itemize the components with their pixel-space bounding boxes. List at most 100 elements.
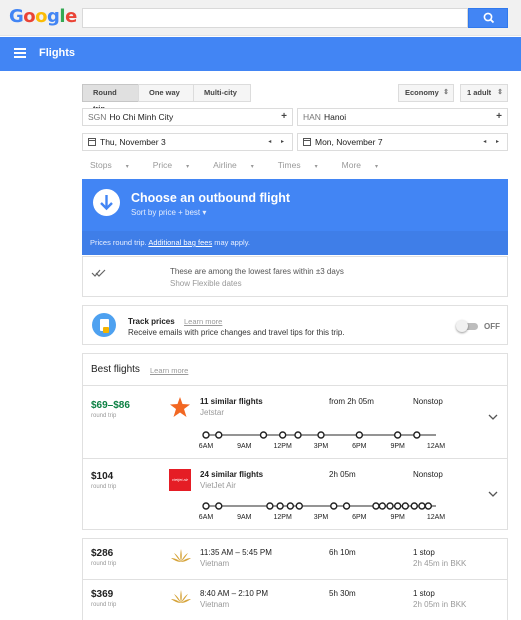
google-logo[interactable]: Google bbox=[9, 6, 77, 27]
flight-times: 11:35 AM – 5:45 PM bbox=[200, 548, 272, 557]
departure-marker[interactable] bbox=[266, 502, 274, 510]
filter-bar: Stops ▾ Price ▾ Airline ▾ Times ▾ More ▾ bbox=[90, 160, 402, 170]
vietjet-logo-icon: vietjet.air bbox=[169, 469, 191, 491]
departure-marker[interactable] bbox=[286, 502, 295, 510]
origin-field[interactable]: SGN Ho Chi Minh City + bbox=[82, 108, 293, 126]
filter-airline[interactable]: Airline ▾ bbox=[213, 160, 266, 170]
filter-price[interactable]: Price ▾ bbox=[153, 160, 201, 170]
departure-marker[interactable] bbox=[294, 431, 302, 439]
date-nav-arrows-icon[interactable]: ◂ ▸ bbox=[483, 134, 503, 150]
add-destination-icon[interactable]: + bbox=[496, 109, 502, 125]
flight-stops: 1 stop bbox=[413, 548, 435, 557]
airline-name: VietJet Air bbox=[200, 481, 236, 490]
departure-marker[interactable] bbox=[330, 502, 338, 510]
expand-chevron-icon[interactable] bbox=[488, 489, 498, 499]
flight-row-vietjet[interactable]: $104 round trip vietjet.air 24 similar f… bbox=[83, 458, 507, 531]
departure-marker[interactable] bbox=[355, 431, 364, 439]
departure-marker[interactable] bbox=[278, 431, 287, 439]
filter-times[interactable]: Times ▾ bbox=[278, 160, 330, 170]
departure-marker[interactable] bbox=[378, 502, 387, 510]
departure-marker[interactable] bbox=[215, 502, 223, 510]
tab-round-trip[interactable]: Round trip bbox=[82, 84, 139, 113]
app-title: Flights bbox=[39, 47, 76, 59]
logo-letter: G bbox=[9, 6, 24, 27]
time-tick-label: 12AM bbox=[427, 443, 445, 450]
calendar-icon bbox=[88, 138, 96, 146]
origin-city: Ho Chi Minh City bbox=[109, 112, 174, 122]
best-learn-more-link[interactable]: Learn more bbox=[150, 366, 188, 375]
flight-price: $104 bbox=[91, 471, 114, 482]
departure-marker[interactable] bbox=[424, 502, 433, 510]
time-tick-label: 12PM bbox=[274, 443, 292, 450]
departure-marker[interactable] bbox=[413, 431, 421, 439]
departure-marker[interactable] bbox=[276, 502, 284, 510]
expand-chevron-icon[interactable] bbox=[488, 412, 498, 422]
flight-row[interactable]: $369 round trip 8:40 AM – 2:10 PM Vietna… bbox=[83, 579, 507, 620]
search-input[interactable] bbox=[82, 8, 468, 28]
passengers-select[interactable]: 1 adult ⇕ bbox=[460, 84, 508, 102]
price-note-suffix: may apply. bbox=[212, 238, 250, 247]
caret-down-icon: ▾ bbox=[186, 164, 190, 170]
date-nav-arrows-icon[interactable]: ◂ ▸ bbox=[268, 134, 288, 150]
departure-marker[interactable] bbox=[317, 431, 325, 439]
passengers-value: 1 adult bbox=[467, 88, 492, 97]
tab-multi-city[interactable]: Multi-city bbox=[193, 84, 251, 102]
track-prices-toggle[interactable] bbox=[456, 320, 480, 332]
low-fares-text: These are among the lowest fares within … bbox=[170, 267, 344, 276]
add-origin-icon[interactable]: + bbox=[281, 109, 287, 125]
filter-label: Price bbox=[152, 160, 173, 170]
departure-marker[interactable] bbox=[342, 502, 351, 510]
departure-marker[interactable] bbox=[295, 502, 303, 510]
flight-row[interactable]: $286 round trip 11:35 AM – 5:45 PM Vietn… bbox=[83, 539, 507, 579]
best-flights-title: Best flights bbox=[91, 364, 140, 375]
sort-dropdown[interactable]: Sort by price + best ▾ bbox=[131, 208, 206, 217]
return-date-field[interactable]: Mon, November 7 ◂ ▸ bbox=[297, 133, 508, 151]
calendar-icon bbox=[303, 138, 311, 146]
flight-price: $69–$86 bbox=[91, 400, 130, 411]
origin-code: SGN bbox=[88, 112, 107, 122]
depart-date-field[interactable]: Thu, November 3 ◂ ▸ bbox=[82, 133, 293, 151]
departure-marker[interactable] bbox=[401, 502, 410, 510]
departure-marker[interactable] bbox=[202, 431, 210, 439]
departure-marker[interactable] bbox=[393, 502, 402, 510]
return-date: Mon, November 7 bbox=[315, 137, 383, 147]
logo-letter: o bbox=[35, 6, 48, 27]
departure-marker[interactable] bbox=[410, 502, 418, 510]
search-button[interactable] bbox=[468, 8, 508, 28]
time-tick-label: 6PM bbox=[352, 443, 367, 450]
departure-marker[interactable] bbox=[418, 502, 426, 510]
filter-stops[interactable]: Stops ▾ bbox=[90, 160, 141, 170]
time-tick-label: 6AM bbox=[199, 514, 214, 521]
search-icon bbox=[483, 12, 495, 24]
destination-field[interactable]: HAN Hanoi + bbox=[297, 108, 508, 126]
layover-info: 2h 05m in BKK bbox=[413, 600, 467, 609]
tab-one-way[interactable]: One way bbox=[138, 84, 194, 102]
logo-letter: g bbox=[47, 6, 60, 27]
flight-stops: Nonstop bbox=[413, 470, 443, 479]
layover-info: 2h 45m in BKK bbox=[413, 559, 467, 568]
flight-stops: 1 stop bbox=[413, 589, 435, 598]
flight-row-jetstar[interactable]: $69–$86 round trip 11 similar flights Je… bbox=[83, 385, 507, 458]
filter-more[interactable]: More ▾ bbox=[342, 160, 390, 170]
show-flexible-dates-link[interactable]: Show Flexible dates bbox=[170, 279, 242, 288]
bag-fees-link[interactable]: Additional bag fees bbox=[148, 238, 212, 247]
track-learn-more-link[interactable]: Learn more bbox=[184, 317, 222, 326]
departure-marker[interactable] bbox=[215, 431, 223, 439]
departure-marker[interactable] bbox=[393, 431, 402, 439]
departure-timeline: 6AM 9AM 12PM 3PM 6PM 9PM 12AM bbox=[199, 431, 445, 450]
updown-arrow-icon: ⇕ bbox=[497, 89, 503, 96]
departure-marker[interactable] bbox=[386, 502, 394, 510]
trip-type-tabs: Round trip One way Multi-city bbox=[82, 84, 251, 113]
flight-name: 24 similar flights bbox=[200, 470, 264, 479]
airline-name: Vietnam bbox=[200, 600, 230, 609]
other-flights-section: $286 round trip 11:35 AM – 5:45 PM Vietn… bbox=[82, 538, 508, 620]
menu-icon[interactable] bbox=[14, 48, 26, 58]
round-trip-label: round trip bbox=[91, 602, 117, 608]
departure-marker[interactable] bbox=[202, 502, 210, 510]
airline-name: Vietnam bbox=[200, 559, 230, 568]
filter-label: Airline bbox=[213, 160, 237, 170]
track-prices-title: Track prices bbox=[128, 317, 175, 326]
cabin-class-select[interactable]: Economy ⇕ bbox=[398, 84, 454, 102]
departure-marker[interactable] bbox=[372, 502, 380, 510]
departure-marker[interactable] bbox=[259, 431, 268, 439]
